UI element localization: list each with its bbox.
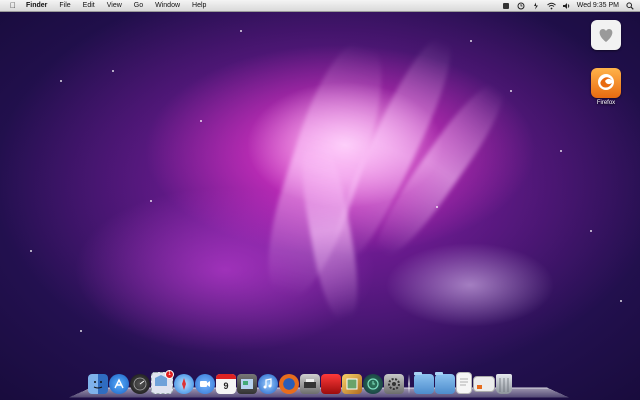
trash-icon[interactable] — [496, 374, 512, 394]
star — [510, 90, 512, 92]
desktop-folder[interactable] — [586, 20, 626, 52]
documents-folder-icon[interactable] — [435, 372, 455, 394]
star — [112, 70, 114, 72]
menu-window[interactable]: Window — [149, 0, 186, 11]
dashboard-icon[interactable] — [130, 374, 150, 394]
desktop-firefox-label: Firefox — [596, 100, 616, 106]
firefox-dock-icon[interactable] — [279, 374, 299, 394]
mail-stamp-icon[interactable]: 1 — [151, 370, 174, 394]
desktop-wallpaper — [0, 0, 640, 400]
document-stack-icon[interactable] — [456, 372, 472, 394]
star — [240, 30, 242, 32]
spotlight-search-icon[interactable] — [625, 1, 634, 10]
star — [200, 120, 202, 122]
menu-help[interactable]: Help — [186, 0, 212, 11]
menu-edit[interactable]: Edit — [77, 0, 101, 11]
star — [436, 206, 438, 208]
preview-icon[interactable] — [342, 374, 362, 394]
bluetooth-icon[interactable] — [502, 1, 511, 10]
desktop-firefox[interactable]: Firefox — [586, 68, 626, 106]
wifi-icon[interactable] — [546, 1, 556, 10]
photo-icon[interactable] — [321, 374, 341, 394]
menu-extras: Wed 9:35 PM — [502, 0, 634, 11]
volume-icon[interactable] — [562, 1, 571, 10]
menu-view[interactable]: View — [101, 0, 128, 11]
star — [620, 300, 622, 302]
star — [150, 200, 152, 202]
star — [590, 230, 592, 232]
ical-icon[interactable]: 9 — [216, 374, 236, 394]
facetime-icon[interactable] — [195, 374, 215, 394]
printer-icon[interactable] — [300, 374, 320, 394]
battery-icon[interactable] — [532, 1, 541, 10]
star — [80, 330, 82, 332]
star — [30, 250, 32, 252]
menu-bar:  Finder File Edit View Go Window Help W… — [0, 0, 640, 12]
photo-booth-icon[interactable] — [237, 374, 257, 394]
time-machine-dock-icon[interactable] — [363, 374, 383, 394]
time-machine-icon[interactable] — [517, 1, 526, 10]
applications-folder-icon[interactable] — [414, 372, 434, 394]
system-preferences-icon[interactable] — [384, 374, 404, 394]
dock-separator — [408, 374, 410, 394]
apple-menu-icon[interactable]:  — [6, 1, 20, 10]
star — [470, 40, 472, 42]
firefox-icon — [591, 68, 621, 98]
ical-date: 9 — [223, 381, 229, 391]
star — [560, 150, 562, 152]
safari-icon[interactable] — [174, 374, 194, 394]
dock: 1 9 — [88, 368, 554, 394]
app-store-icon[interactable] — [109, 374, 129, 394]
star — [60, 80, 62, 82]
downloads-stack-icon[interactable] — [473, 376, 495, 392]
menu-app-name[interactable]: Finder — [20, 0, 53, 11]
mail-badge: 1 — [165, 370, 174, 379]
finder-icon[interactable] — [88, 374, 108, 394]
menu-go[interactable]: Go — [128, 0, 149, 11]
heart-folder-icon — [591, 20, 621, 50]
itunes-icon[interactable] — [258, 374, 278, 394]
menu-file[interactable]: File — [53, 0, 76, 11]
menu-clock[interactable]: Wed 9:35 PM — [577, 2, 619, 9]
